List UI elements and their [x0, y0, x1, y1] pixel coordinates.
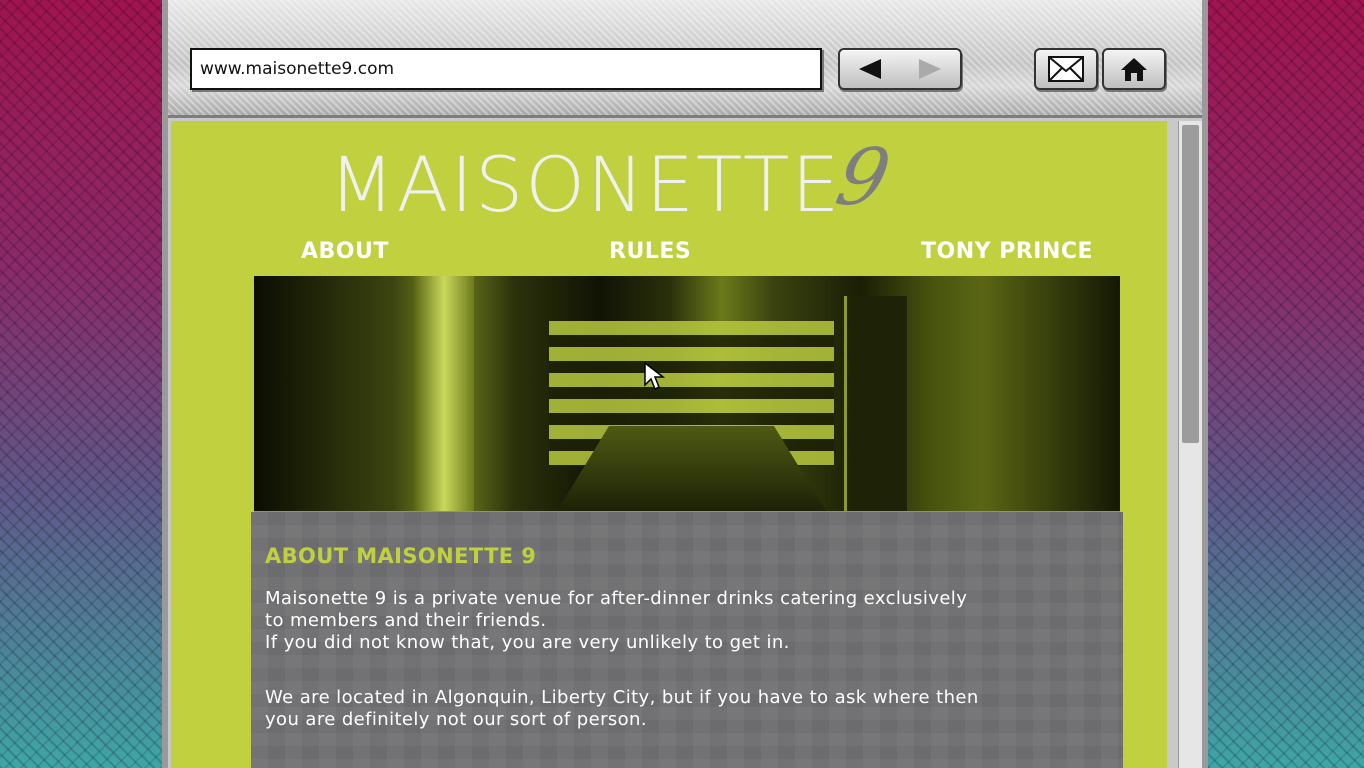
vertical-scrollbar[interactable]: [1178, 121, 1202, 768]
site-logo[interactable]: MAISONETTE 9: [329, 133, 1049, 223]
menu-tony-prince[interactable]: TONY PRINCE: [921, 239, 1093, 264]
desktop-background-left: [0, 0, 162, 768]
back-arrow-icon: [859, 59, 881, 79]
paragraph-line: We are located in Algonquin, Liberty Cit…: [265, 687, 979, 708]
paragraph-line: you are definitely not our sort of perso…: [265, 709, 647, 730]
paragraph-line: If you did not know that, you are very u…: [265, 632, 790, 653]
forward-arrow-icon: [919, 59, 941, 79]
hero-corridor-image: [254, 276, 1120, 513]
desktop-background-right: [1208, 0, 1364, 768]
forward-button[interactable]: [900, 50, 960, 88]
mail-icon: [1048, 56, 1084, 82]
menu-about[interactable]: ABOUT: [301, 239, 389, 264]
about-section: ABOUT MAISONETTE 9 Maisonette 9 is a pri…: [251, 512, 1123, 768]
browser-window: www.maisonette9.com MAISONETTE 9 ABOUT R…: [162, 0, 1208, 768]
mouse-cursor-icon: [644, 361, 666, 391]
scrollbar-thumb[interactable]: [1182, 125, 1199, 443]
navigation-buttons: [838, 48, 962, 90]
logo-word: MAISONETTE: [329, 140, 842, 229]
menu-rules[interactable]: RULES: [609, 239, 691, 264]
paragraph-line: Maisonette 9 is a private venue for afte…: [265, 588, 968, 609]
home-icon: [1121, 58, 1147, 81]
browser-toolbar: www.maisonette9.com: [168, 0, 1202, 118]
web-page: MAISONETTE 9 ABOUT RULES TONY PRINCE ABO…: [171, 121, 1167, 768]
mail-button[interactable]: [1034, 48, 1098, 90]
section-title: ABOUT MAISONETTE 9: [265, 544, 537, 568]
back-button[interactable]: [840, 50, 900, 88]
paragraph-line: to members and their friends.: [265, 610, 547, 631]
address-bar[interactable]: www.maisonette9.com: [190, 48, 822, 90]
home-button[interactable]: [1102, 48, 1166, 90]
